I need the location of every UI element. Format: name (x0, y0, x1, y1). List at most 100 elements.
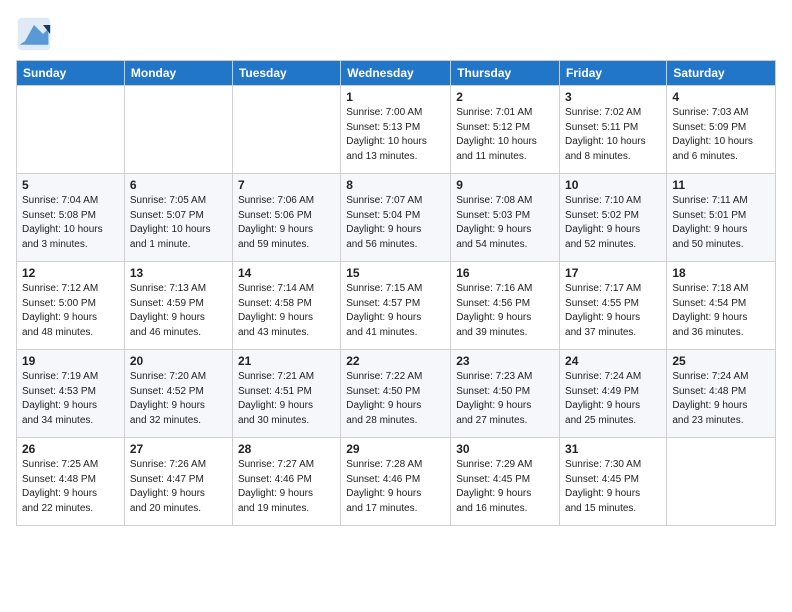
page-header (16, 16, 776, 52)
calendar-cell: 28 Sunrise: 7:27 AMSunset: 4:46 PMDayligh… (232, 438, 340, 526)
day-number: 3 (565, 90, 661, 104)
day-info: Sunrise: 7:16 AMSunset: 4:56 PMDaylight:… (456, 282, 554, 340)
calendar-cell: 1Sunrise: 7:00 AMSunset: 5:13 PMDaylight… (341, 86, 451, 174)
day-info: Sunrise: 7:01 AMSunset: 5:12 PMDaylight:… (456, 106, 554, 164)
day-info: Sunrise: 7:15 AMSunset: 4:57 PMDaylight:… (346, 282, 445, 340)
day-info: Sunrise: 7:05 AMSunset: 5:07 PMDaylight:… (130, 194, 227, 252)
day-info: Sunrise: 7:27 AMSunset: 4:46 PMDaylight:… (238, 458, 335, 516)
day-number: 5 (22, 178, 119, 192)
calendar-week-row: 19 Sunrise: 7:19 AMSunset: 4:53 PMDayligh… (17, 350, 776, 438)
day-number: 7 (238, 178, 335, 192)
calendar-cell: 6 Sunrise: 7:05 AMSunset: 5:07 PMDaylight… (124, 174, 232, 262)
day-number: 8 (346, 178, 445, 192)
day-number: 20 (130, 354, 227, 368)
day-info: Sunrise: 7:24 AMSunset: 4:48 PMDaylight:… (672, 370, 770, 428)
logo-icon (16, 16, 52, 52)
day-number: 10 (565, 178, 661, 192)
calendar-cell: 11Sunrise: 7:11 AMSunset: 5:01 PMDayligh… (667, 174, 776, 262)
calendar-header: SundayMondayTuesdayWednesdayThursdayFrid… (17, 61, 776, 86)
day-info: Sunrise: 7:19 AMSunset: 4:53 PMDaylight:… (22, 370, 119, 428)
calendar-cell: 31 Sunrise: 7:30 AMSunset: 4:45 PMDayligh… (560, 438, 667, 526)
day-info: Sunrise: 7:18 AMSunset: 4:54 PMDaylight:… (672, 282, 770, 340)
day-number: 17 (565, 266, 661, 280)
weekday-header-sunday: Sunday (17, 61, 125, 86)
day-info: Sunrise: 7:23 AMSunset: 4:50 PMDaylight:… (456, 370, 554, 428)
calendar-cell: 17 Sunrise: 7:17 AMSunset: 4:55 PMDayligh… (560, 262, 667, 350)
calendar-cell: 9 Sunrise: 7:08 AMSunset: 5:03 PMDaylight… (451, 174, 560, 262)
day-number: 31 (565, 442, 661, 456)
weekday-header-tuesday: Tuesday (232, 61, 340, 86)
calendar-week-row: 12Sunrise: 7:12 AMSunset: 5:00 PMDayligh… (17, 262, 776, 350)
calendar-cell: 15 Sunrise: 7:15 AMSunset: 4:57 PMDayligh… (341, 262, 451, 350)
day-number: 30 (456, 442, 554, 456)
day-number: 1 (346, 90, 445, 104)
calendar-cell: 22 Sunrise: 7:22 AMSunset: 4:50 PMDayligh… (341, 350, 451, 438)
day-number: 9 (456, 178, 554, 192)
calendar-cell (232, 86, 340, 174)
calendar-cell: 26 Sunrise: 7:25 AMSunset: 4:48 PMDayligh… (17, 438, 125, 526)
weekday-header-saturday: Saturday (667, 61, 776, 86)
weekday-header-thursday: Thursday (451, 61, 560, 86)
calendar-cell: 24 Sunrise: 7:24 AMSunset: 4:49 PMDayligh… (560, 350, 667, 438)
calendar-cell: 19 Sunrise: 7:19 AMSunset: 4:53 PMDayligh… (17, 350, 125, 438)
day-number: 4 (672, 90, 770, 104)
day-info: Sunrise: 7:07 AMSunset: 5:04 PMDaylight:… (346, 194, 445, 252)
day-number: 22 (346, 354, 445, 368)
day-number: 14 (238, 266, 335, 280)
calendar-table: SundayMondayTuesdayWednesdayThursdayFrid… (16, 60, 776, 526)
day-info: Sunrise: 7:29 AMSunset: 4:45 PMDaylight:… (456, 458, 554, 516)
calendar-week-row: 26 Sunrise: 7:25 AMSunset: 4:48 PMDayligh… (17, 438, 776, 526)
day-number: 23 (456, 354, 554, 368)
calendar-cell: 21 Sunrise: 7:21 AMSunset: 4:51 PMDayligh… (232, 350, 340, 438)
day-info: Sunrise: 7:30 AMSunset: 4:45 PMDaylight:… (565, 458, 661, 516)
calendar-cell (667, 438, 776, 526)
calendar-cell: 18 Sunrise: 7:18 AMSunset: 4:54 PMDayligh… (667, 262, 776, 350)
day-info: Sunrise: 7:24 AMSunset: 4:49 PMDaylight:… (565, 370, 661, 428)
calendar-cell (124, 86, 232, 174)
day-number: 24 (565, 354, 661, 368)
calendar-cell: 8 Sunrise: 7:07 AMSunset: 5:04 PMDaylight… (341, 174, 451, 262)
calendar-cell: 7 Sunrise: 7:06 AMSunset: 5:06 PMDaylight… (232, 174, 340, 262)
calendar-cell: 5Sunrise: 7:04 AMSunset: 5:08 PMDaylight… (17, 174, 125, 262)
day-number: 28 (238, 442, 335, 456)
calendar-cell: 27Sunrise: 7:26 AMSunset: 4:47 PMDayligh… (124, 438, 232, 526)
calendar-cell: 23 Sunrise: 7:23 AMSunset: 4:50 PMDayligh… (451, 350, 560, 438)
day-info: Sunrise: 7:13 AMSunset: 4:59 PMDaylight:… (130, 282, 227, 340)
day-number: 29 (346, 442, 445, 456)
calendar-cell (17, 86, 125, 174)
day-info: Sunrise: 7:03 AMSunset: 5:09 PMDaylight:… (672, 106, 770, 164)
day-number: 13 (130, 266, 227, 280)
calendar-cell: 25 Sunrise: 7:24 AMSunset: 4:48 PMDayligh… (667, 350, 776, 438)
calendar-cell: 16 Sunrise: 7:16 AMSunset: 4:56 PMDayligh… (451, 262, 560, 350)
calendar-week-row: 1Sunrise: 7:00 AMSunset: 5:13 PMDaylight… (17, 86, 776, 174)
weekday-header-wednesday: Wednesday (341, 61, 451, 86)
calendar-cell: 14 Sunrise: 7:14 AMSunset: 4:58 PMDayligh… (232, 262, 340, 350)
day-number: 27 (130, 442, 227, 456)
day-number: 2 (456, 90, 554, 104)
day-info: Sunrise: 7:25 AMSunset: 4:48 PMDaylight:… (22, 458, 119, 516)
day-info: Sunrise: 7:21 AMSunset: 4:51 PMDaylight:… (238, 370, 335, 428)
day-info: Sunrise: 7:17 AMSunset: 4:55 PMDaylight:… (565, 282, 661, 340)
day-number: 11 (672, 178, 770, 192)
day-info: Sunrise: 7:06 AMSunset: 5:06 PMDaylight:… (238, 194, 335, 252)
day-info: Sunrise: 7:22 AMSunset: 4:50 PMDaylight:… (346, 370, 445, 428)
day-number: 6 (130, 178, 227, 192)
day-number: 15 (346, 266, 445, 280)
day-number: 25 (672, 354, 770, 368)
day-number: 21 (238, 354, 335, 368)
day-number: 26 (22, 442, 119, 456)
day-info: Sunrise: 7:20 AMSunset: 4:52 PMDaylight:… (130, 370, 227, 428)
day-info: Sunrise: 7:08 AMSunset: 5:03 PMDaylight:… (456, 194, 554, 252)
day-number: 19 (22, 354, 119, 368)
day-number: 16 (456, 266, 554, 280)
calendar-week-row: 5Sunrise: 7:04 AMSunset: 5:08 PMDaylight… (17, 174, 776, 262)
day-info: Sunrise: 7:02 AMSunset: 5:11 PMDaylight:… (565, 106, 661, 164)
calendar-cell: 2 Sunrise: 7:01 AMSunset: 5:12 PMDaylight… (451, 86, 560, 174)
calendar-cell: 20 Sunrise: 7:20 AMSunset: 4:52 PMDayligh… (124, 350, 232, 438)
day-info: Sunrise: 7:14 AMSunset: 4:58 PMDaylight:… (238, 282, 335, 340)
calendar-cell: 3 Sunrise: 7:02 AMSunset: 5:11 PMDaylight… (560, 86, 667, 174)
day-number: 18 (672, 266, 770, 280)
calendar-cell: 13 Sunrise: 7:13 AMSunset: 4:59 PMDayligh… (124, 262, 232, 350)
day-info: Sunrise: 7:12 AMSunset: 5:00 PMDaylight:… (22, 282, 119, 340)
calendar-cell: 10Sunrise: 7:10 AMSunset: 5:02 PMDayligh… (560, 174, 667, 262)
